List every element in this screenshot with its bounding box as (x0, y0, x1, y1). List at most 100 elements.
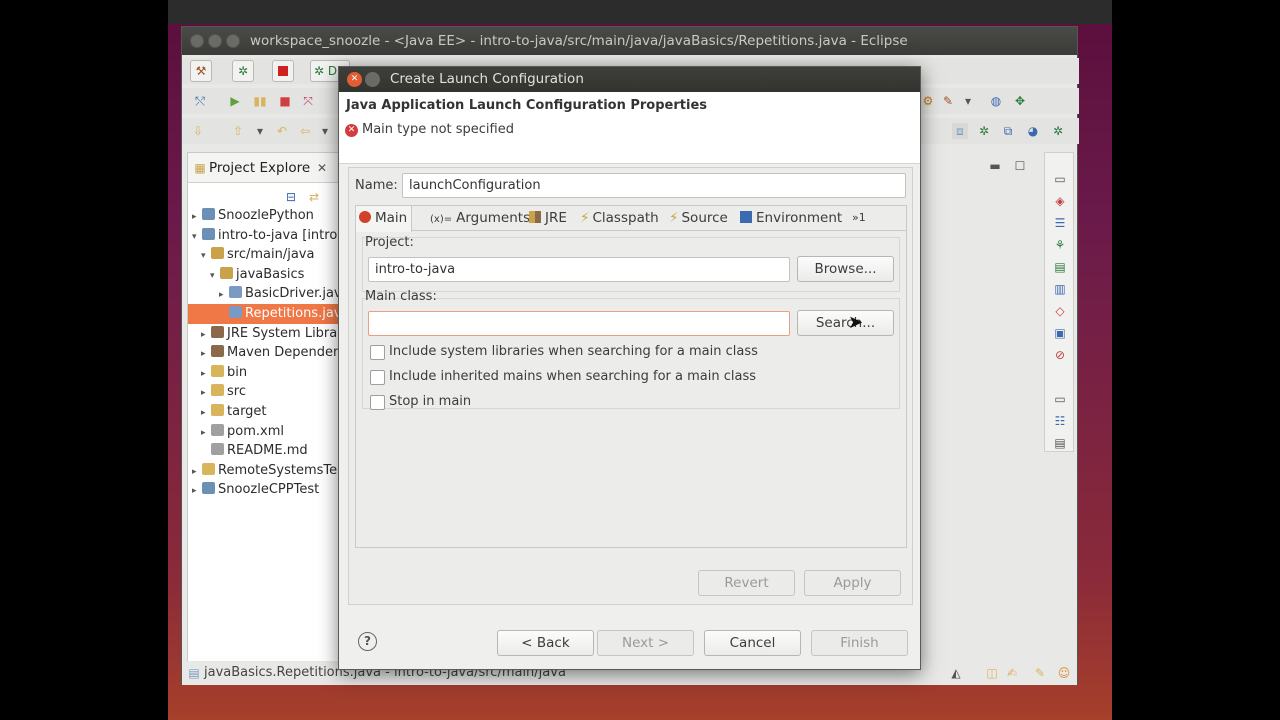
properties-icon[interactable]: ▥ (1052, 281, 1068, 297)
expand-arrow-icon[interactable]: ▾ (201, 246, 211, 265)
notes-icon[interactable]: ▤ (1052, 435, 1068, 451)
tree-item[interactable]: ▸ JRE System Library (188, 324, 346, 344)
maximize-icon[interactable]: ☐ (1012, 158, 1028, 174)
tab-main[interactable]: Main (359, 206, 407, 230)
suspend-icon[interactable]: ▮▮ (252, 93, 268, 109)
notifications-icon[interactable]: ◭ (948, 665, 964, 681)
new-server-icon[interactable]: ✥ (1012, 93, 1028, 109)
minimize-button[interactable] (365, 72, 380, 87)
hammer-icon[interactable]: ⚒ (190, 60, 212, 82)
apply-button[interactable]: Apply (804, 570, 901, 596)
chevron-down-icon[interactable]: ▾ (252, 123, 268, 139)
revert-button[interactable]: Revert (698, 570, 795, 596)
chevron-down-icon[interactable]: ▾ (317, 123, 333, 139)
tree-item[interactable]: ▸ SnoozleCPPTest (188, 480, 346, 500)
finish-button[interactable]: Finish (811, 630, 908, 656)
window-close-button[interactable] (190, 34, 204, 48)
include-system-libraries-checkbox[interactable] (370, 345, 385, 360)
java-ee-perspective-icon[interactable]: ⧈ (952, 123, 968, 139)
close-icon[interactable]: ✕ (314, 160, 330, 176)
back-icon[interactable]: ⇦ (297, 123, 313, 139)
expand-arrow-icon[interactable]: ▾ (210, 266, 220, 285)
search-button[interactable]: Search... (797, 310, 894, 336)
tree-item[interactable]: README.md (188, 441, 346, 461)
disconnect-icon[interactable]: ⤧ (300, 93, 316, 109)
next-annotation-icon[interactable]: ⇩ (190, 123, 206, 139)
collapse-arrow-icon[interactable]: ▸ (219, 285, 229, 304)
servers-icon[interactable]: ▤ (1052, 259, 1068, 275)
external-tools-icon[interactable]: ✎ (940, 93, 956, 109)
tree-item[interactable]: ▸ Maven Dependenc (188, 343, 346, 363)
hierarchy-icon[interactable]: ⚘ (1052, 237, 1068, 253)
cpp-perspective-icon[interactable]: ✲ (1050, 123, 1066, 139)
java-perspective-icon[interactable]: ⧉ (1000, 123, 1016, 139)
resume-icon[interactable]: ▶ (227, 93, 243, 109)
tree-item[interactable]: ▸ BasicDriver.java (188, 284, 346, 304)
debug-perspective-icon[interactable]: ✲ (976, 123, 992, 139)
skip-breakpoints-icon[interactable]: ⤲ (192, 93, 208, 109)
problems-icon[interactable]: ⊘ (1052, 347, 1068, 363)
tree-item[interactable]: ▾ intro-to-java [intro (188, 226, 346, 246)
run-tools-icon[interactable]: ⚙ (920, 93, 936, 109)
tab-source[interactable]: ⚡ Source (669, 206, 728, 230)
tab-arguments[interactable]: (x)= Arguments (430, 206, 530, 230)
python-perspective-icon[interactable]: ◕ (1025, 123, 1041, 139)
tree-item[interactable]: ▸ src (188, 382, 346, 402)
last-edit-icon[interactable]: ↶ (274, 123, 290, 139)
window-minimize-button[interactable] (208, 34, 222, 48)
tree-item[interactable]: ▸ SnoozlePython (188, 206, 346, 226)
close-icon[interactable]: ✕ (347, 72, 362, 87)
task-list-icon[interactable]: ☰ (1052, 215, 1068, 231)
smiley-icon[interactable]: ☺ (1056, 665, 1072, 681)
tree-item[interactable]: ▸ target (188, 402, 346, 422)
window-maximize-button[interactable] (226, 34, 240, 48)
collapse-arrow-icon[interactable]: ▸ (201, 344, 211, 363)
tab-classpath[interactable]: ⚡ Classpath (580, 206, 659, 230)
stop-icon[interactable] (272, 60, 294, 82)
tab-environment[interactable]: Environment (740, 206, 842, 230)
next-button[interactable]: Next > (597, 630, 694, 656)
terminate-icon[interactable]: ■ (277, 93, 293, 109)
console-icon[interactable]: ▣ (1052, 325, 1068, 341)
tab-overflow[interactable]: »1 (852, 206, 866, 230)
collapse-arrow-icon[interactable]: ▸ (192, 207, 202, 226)
collapse-arrow-icon[interactable]: ▸ (201, 325, 211, 344)
tree-item[interactable]: ▾ javaBasics (188, 265, 346, 285)
browse-button[interactable]: Browse... (797, 256, 894, 282)
main-class-field[interactable] (368, 311, 790, 336)
restore-icon[interactable]: ▭ (1052, 391, 1068, 407)
tree-item[interactable]: ▾ src/main/java (188, 245, 346, 265)
globe-icon[interactable]: ◍ (988, 93, 1004, 109)
bookmark-icon[interactable]: ◫ (984, 665, 1000, 681)
debug-icon[interactable]: ✲ (232, 60, 254, 82)
expand-arrow-icon[interactable]: ▾ (192, 227, 202, 246)
back-button[interactable]: < Back (497, 630, 594, 656)
name-field[interactable]: launchConfiguration (402, 173, 906, 198)
markers-icon[interactable]: ◇ (1052, 303, 1068, 319)
collapse-arrow-icon[interactable]: ▸ (201, 364, 211, 383)
help-icon[interactable]: ? (358, 632, 377, 651)
outline-icon[interactable]: ☷ (1052, 413, 1068, 429)
collapse-arrow-icon[interactable]: ▸ (192, 462, 202, 481)
tree-item[interactable]: ▸ bin (188, 363, 346, 383)
chevron-down-icon[interactable]: ▾ (960, 93, 976, 109)
collapse-arrow-icon[interactable]: ▸ (201, 403, 211, 422)
include-inherited-mains-checkbox[interactable] (370, 370, 385, 385)
tree-item[interactable]: ▸ pom.xml (188, 422, 346, 442)
collapse-arrow-icon[interactable]: ▸ (201, 423, 211, 442)
project-field[interactable]: intro-to-java (368, 257, 790, 282)
tree-item[interactable]: ▸ RemoteSystemsTem (188, 461, 346, 481)
tree-item-selected[interactable]: Repetitions.java (188, 304, 346, 324)
link-with-editor-icon[interactable]: ⇄ (306, 189, 322, 205)
cancel-button[interactable]: Cancel (704, 630, 801, 656)
collapse-arrow-icon[interactable]: ▸ (201, 383, 211, 402)
previous-annotation-icon[interactable]: ⇧ (230, 123, 246, 139)
tab-jre[interactable]: JRE (529, 206, 567, 230)
tasks-icon[interactable]: ✍ (1004, 665, 1020, 681)
collapse-arrow-icon[interactable]: ▸ (192, 481, 202, 500)
minimize-icon[interactable]: ▬ (987, 158, 1003, 174)
restore-icon[interactable]: ▭ (1052, 171, 1068, 187)
collapse-all-icon[interactable]: ⊟ (283, 189, 299, 205)
stop-in-main-checkbox[interactable] (370, 395, 385, 410)
outline-view-icon[interactable]: ◈ (1052, 193, 1068, 209)
